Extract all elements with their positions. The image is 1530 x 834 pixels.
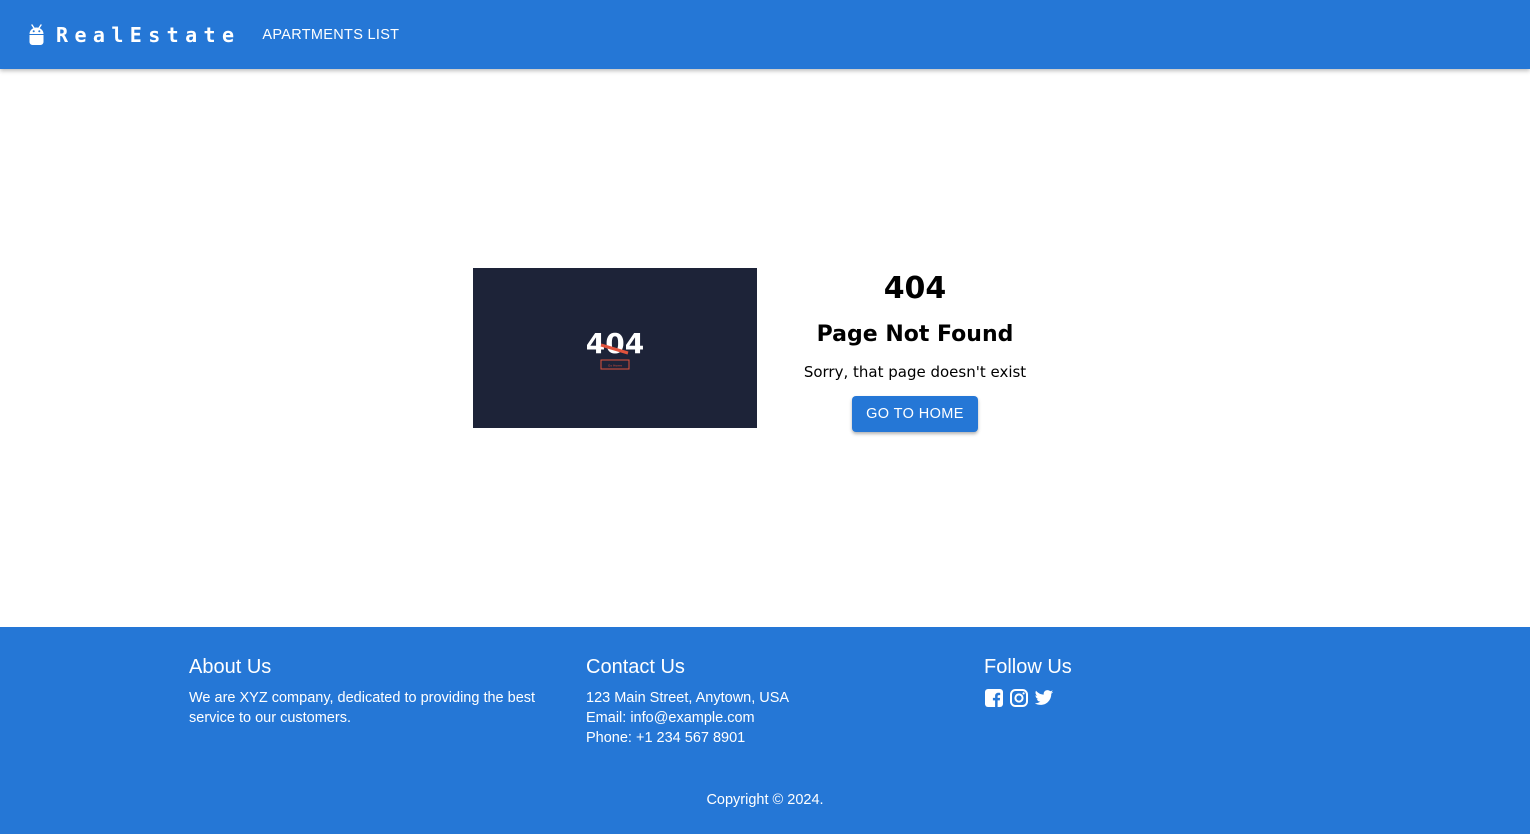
illustration-go-home-text: Go Home bbox=[608, 364, 622, 368]
follow-section: Follow Us bbox=[984, 655, 1344, 708]
brand-name[interactable]: RealEstate bbox=[56, 23, 240, 47]
error-illustration: 404 Go Home bbox=[473, 268, 757, 428]
contact-address: 123 Main Street, Anytown, USA bbox=[586, 690, 790, 706]
android-icon[interactable] bbox=[28, 23, 45, 46]
facebook-icon[interactable] bbox=[984, 688, 1004, 708]
contact-phone: Phone: +1 234 567 8901 bbox=[586, 730, 746, 746]
about-text: We are XYZ company, dedicated to providi… bbox=[189, 690, 536, 726]
illustration-404-text: 404 bbox=[586, 327, 644, 360]
follow-title: Follow Us bbox=[984, 656, 1072, 678]
twitter-icon[interactable] bbox=[1034, 688, 1054, 708]
error-panel: 404 Page Not Found Sorry, that page does… bbox=[780, 268, 1050, 432]
app-header: RealEstate APARTMENTS LIST bbox=[0, 0, 1530, 69]
contact-title: Contact Us bbox=[586, 656, 685, 678]
contact-email: Email: info@example.com bbox=[586, 710, 755, 726]
social-links bbox=[984, 688, 1344, 708]
instagram-icon[interactable] bbox=[1009, 688, 1029, 708]
go-to-home-button[interactable]: GO TO HOME bbox=[852, 396, 978, 432]
about-title: About Us bbox=[189, 656, 272, 678]
error-code: 404 bbox=[883, 271, 947, 306]
nav-apartments-list[interactable]: APARTMENTS LIST bbox=[262, 27, 399, 43]
about-section: About Us We are XYZ company, dedicated t… bbox=[189, 655, 549, 728]
error-message: Sorry, that page doesn't exist bbox=[803, 363, 1027, 381]
copyright: Copyright © 2024. bbox=[706, 792, 824, 808]
error-title: Page Not Found bbox=[816, 322, 1014, 347]
site-footer: About Us We are XYZ company, dedicated t… bbox=[0, 627, 1530, 834]
contact-section: Contact Us 123 Main Street, Anytown, USA… bbox=[586, 655, 946, 748]
